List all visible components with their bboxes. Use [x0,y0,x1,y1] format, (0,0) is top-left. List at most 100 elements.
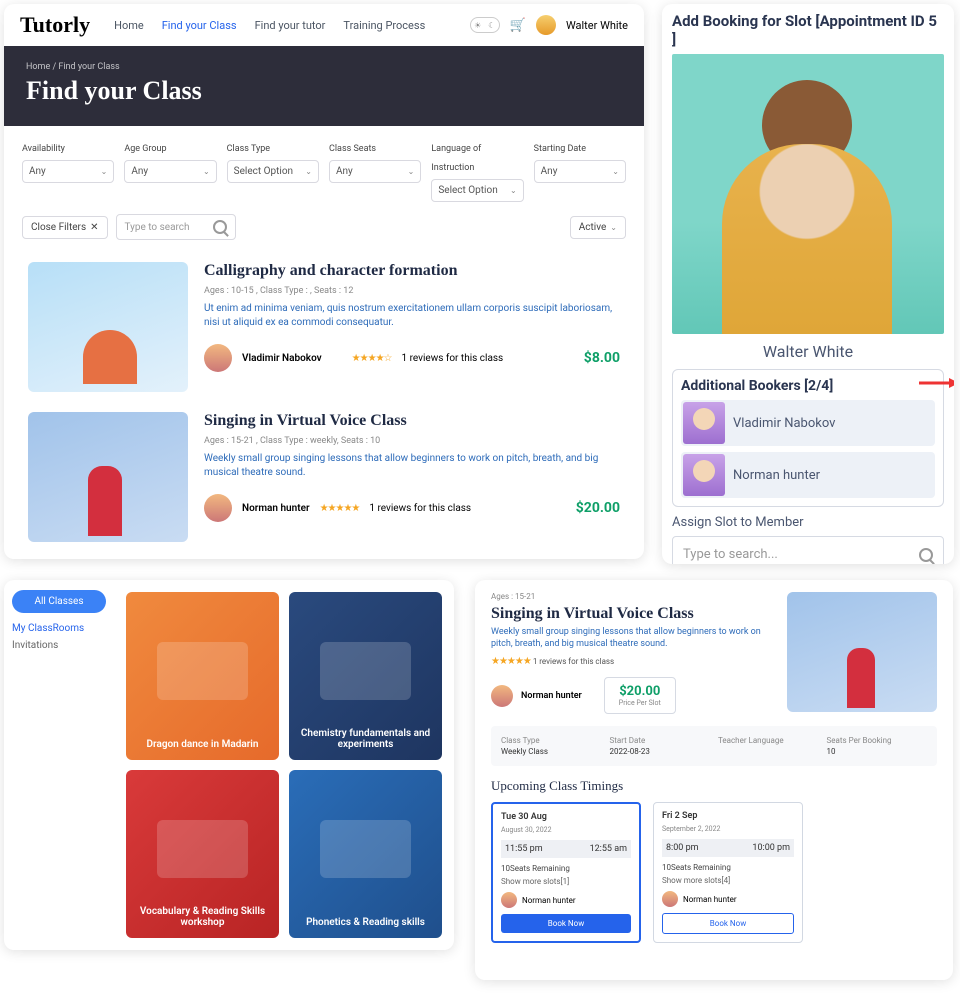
sidebar-link-classrooms[interactable]: My ClassRooms [12,623,106,634]
brand-logo[interactable]: Tutorly [20,12,90,38]
arrow-icon [919,378,954,388]
class-card[interactable]: Dragon dance in Madarin [126,592,279,760]
nav-home[interactable]: Home [114,19,144,32]
status-filter[interactable]: Active⌄ [570,216,626,239]
class-card[interactable]: Chemistry fundamentals and experiments [289,592,442,760]
class-meta: Ages : 15-21 , Class Type : weekly, Seat… [204,436,620,446]
star-rating: ★★★★★ [491,656,531,667]
member-search-input[interactable]: Type to search... [672,536,944,564]
price: $20.00 [619,684,661,699]
find-class-panel: Tutorly Home Find your Class Find your t… [4,4,644,559]
filter-label: Availability [22,144,65,154]
filter-label: Age Group [124,144,166,154]
filter-label: Starting Date [534,144,586,154]
filter-row: Availability Any⌄ Age Group Any⌄ Class Typ… [4,126,644,212]
booker-avatar [683,402,725,444]
class-card[interactable]: Phonetics & Reading skills [289,770,442,938]
booking-panel: Add Booking for Slot [Appointment ID 5 ]… [662,4,954,564]
price: $20.00 [576,500,620,516]
booker-name: Vladimir Nabokov [733,416,835,431]
assign-label: Assign Slot to Member [672,515,944,530]
page-title: Find your Class [26,76,622,106]
chevron-down-icon: ⌄ [305,167,312,176]
tutor-name[interactable]: Norman hunter [242,503,310,514]
class-thumbnail [28,262,188,392]
close-icon: ✕ [90,222,98,233]
show-more-link[interactable]: Show more slots[4] [662,876,794,885]
slot-card[interactable]: Tue 30 Aug August 30, 2022 11:55 pm12:55… [491,802,641,943]
tutor-avatar[interactable] [204,494,232,522]
tutor-avatar[interactable] [204,344,232,372]
chevron-down-icon: ⌄ [408,167,415,176]
nav-training[interactable]: Training Process [343,19,425,32]
nav-find-tutor[interactable]: Find your tutor [255,19,326,32]
upcoming-heading: Upcoming Class Timings [491,778,937,794]
ages-text: Ages : 15-21 [491,592,773,601]
bookers-box: Additional Bookers [2/4] Vladimir Naboko… [672,369,944,507]
star-rating: ★★★★★ [320,503,360,514]
class-meta: Ages : 10-15 , Class Type : , Seats : 12 [204,286,620,296]
classes-grid-panel: All Classes My ClassRooms Invitations Dr… [4,580,454,950]
tutor-avatar [501,892,517,908]
cart-icon[interactable]: 🛒 [510,18,526,33]
chevron-down-icon: ⌄ [610,223,617,232]
tutor-avatar[interactable] [491,685,513,707]
search-icon [213,220,227,234]
tutor-name[interactable]: Vladimir Nabokov [242,353,322,364]
tutor-avatar [662,891,678,907]
nav-find-class[interactable]: Find your Class [162,19,237,32]
filter-classtype[interactable]: Select Option⌄ [227,160,319,183]
tutor-name[interactable]: Norman hunter [521,691,582,701]
all-classes-button[interactable]: All Classes [12,590,106,613]
breadcrumb[interactable]: Home / Find your Class [26,62,622,72]
chevron-down-icon: ⌄ [612,167,619,176]
theme-toggle[interactable]: ☀☾ [470,17,500,33]
filter-availability[interactable]: Any⌄ [22,160,114,183]
filter-label: Class Type [227,144,270,154]
filter-seats[interactable]: Any⌄ [329,160,421,183]
class-row[interactable]: Calligraphy and character formation Ages… [4,252,644,402]
class-title[interactable]: Singing in Virtual Voice Class [204,412,620,430]
booker-row[interactable]: Vladimir Nabokov [681,400,935,446]
slot-card[interactable]: Fri 2 Sep September 2, 2022 8:00 pm10:00… [653,802,803,943]
show-more-link[interactable]: Show more slots[1] [501,877,631,886]
class-desc: Weekly small group singing lessons that … [491,627,773,650]
booker-row[interactable]: Norman hunter [681,452,935,498]
topbar: Tutorly Home Find your Class Find your t… [4,4,644,46]
member-name: Walter White [672,342,944,361]
price-box: $20.00 Price Per Slot [604,677,676,714]
class-title: Singing in Virtual Voice Class [491,605,773,623]
class-thumbnail [28,412,188,542]
user-name[interactable]: Walter White [566,19,628,32]
class-thumbnail [787,592,937,712]
price: $8.00 [584,350,620,366]
filter-label: Class Seats [329,144,376,154]
book-now-button[interactable]: Book Now [662,913,794,934]
filter-lang[interactable]: Select Option⌄ [431,179,523,202]
filter-age[interactable]: Any⌄ [124,160,216,183]
search-icon [919,548,933,562]
search-input[interactable]: Type to search [116,214,236,240]
side-nav: All Classes My ClassRooms Invitations [4,580,114,950]
info-grid: Class TypeWeekly Class Start Date2022-08… [491,726,937,766]
page-hero: Home / Find your Class Find your Class [4,46,644,126]
reviews-text: 1 reviews for this class [369,503,471,514]
close-filters-button[interactable]: Close Filters✕ [22,216,108,239]
class-card[interactable]: Vocabulary & Reading Skills workshop [126,770,279,938]
chevron-down-icon: ⌄ [203,167,210,176]
reviews-text: 1 reviews for this class [533,657,614,666]
chevron-down-icon: ⌄ [510,186,517,195]
chevron-down-icon: ⌄ [101,167,108,176]
class-row[interactable]: Singing in Virtual Voice Class Ages : 15… [4,402,644,552]
book-now-button[interactable]: Book Now [501,914,631,933]
member-photo [672,54,944,334]
filter-date[interactable]: Any⌄ [534,160,626,183]
user-avatar[interactable] [536,15,556,35]
filter-label: Language of Instruction [431,144,481,173]
sidebar-link-invitations[interactable]: Invitations [12,640,106,651]
class-desc: Ut enim ad minima veniam, quis nostrum e… [204,302,620,330]
class-title[interactable]: Calligraphy and character formation [204,262,620,280]
class-desc: Weekly small group singing lessons that … [204,452,620,480]
price-label: Price Per Slot [619,699,661,707]
star-rating: ★★★★☆ [352,353,392,364]
